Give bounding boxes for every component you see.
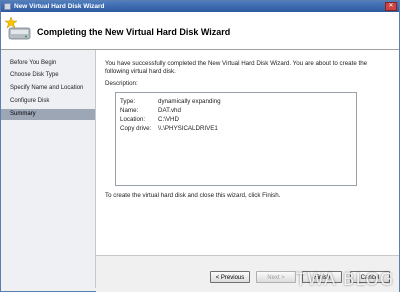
wizard-footer: < Previous Next > Finish Cancel xyxy=(96,255,399,292)
description-label: Description: xyxy=(105,80,138,87)
wizard-steps-sidebar: Before You Begin Choose Disk Type Specif… xyxy=(1,50,96,288)
sidebar-item-configure-disk[interactable]: Configure Disk xyxy=(1,96,95,107)
window-icon xyxy=(4,3,11,10)
description-key: Type: xyxy=(120,98,136,105)
page-title: Completing the New Virtual Hard Disk Wiz… xyxy=(37,27,231,37)
summary-panel: You have successfully completed the New … xyxy=(96,50,399,255)
description-key: Name: xyxy=(120,107,139,114)
previous-button[interactable]: < Previous xyxy=(210,271,250,283)
wizard-header: Completing the New Virtual Hard Disk Wiz… xyxy=(1,12,399,50)
finish-button[interactable]: Finish xyxy=(302,271,342,283)
description-key: Copy drive: xyxy=(120,125,152,132)
description-value: \\.\PHYSICALDRIVE1 xyxy=(158,125,218,132)
sidebar-item-choose-disk-type[interactable]: Choose Disk Type xyxy=(1,70,95,81)
intro-text: You have successfully completed the New … xyxy=(105,60,368,75)
wizard-window: New Virtual Hard Disk Wizard ✕ Completin… xyxy=(0,0,400,292)
description-box[interactable]: Type: dynamically expanding Name: DAT.vhd … xyxy=(115,92,357,186)
description-value: DAT.vhd xyxy=(158,107,181,114)
close-icon[interactable]: ✕ xyxy=(385,2,397,11)
description-row-type: Type: dynamically expanding xyxy=(120,97,221,106)
description-row-location: Location: C:\VHD xyxy=(120,115,179,124)
window-title: New Virtual Hard Disk Wizard xyxy=(14,3,105,10)
description-value: dynamically expanding xyxy=(158,98,221,105)
description-key: Location: xyxy=(120,116,146,123)
sidebar-item-summary[interactable]: Summary xyxy=(1,109,95,120)
title-bar[interactable]: New Virtual Hard Disk Wizard ✕ xyxy=(1,1,399,12)
sidebar-item-specify-name-location[interactable]: Specify Name and Location xyxy=(1,83,95,94)
description-row-name: Name: DAT.vhd xyxy=(120,106,181,115)
sidebar-item-before-you-begin[interactable]: Before You Begin xyxy=(1,58,95,69)
next-button[interactable]: Next > xyxy=(256,271,296,283)
finish-instruction-text: To create the virtual hard disk and clos… xyxy=(105,192,281,199)
cancel-button[interactable]: Cancel xyxy=(350,271,390,283)
virtual-disk-wizard-icon xyxy=(5,16,31,40)
description-row-copy-drive: Copy drive: \\.\PHYSICALDRIVE1 xyxy=(120,124,218,133)
description-value: C:\VHD xyxy=(158,116,179,123)
